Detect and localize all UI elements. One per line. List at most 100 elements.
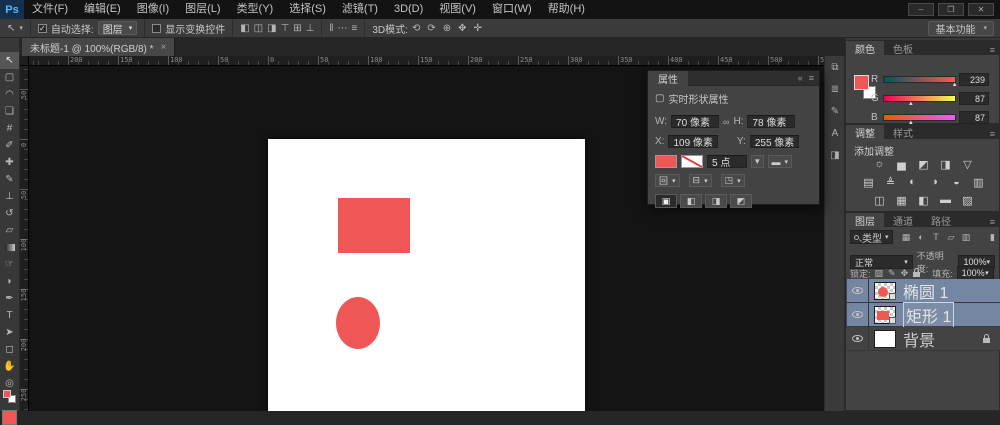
panel-menu-icon[interactable]: ≡ xyxy=(990,45,999,55)
workspace-switcher-button[interactable]: 基本功能 ▾ xyxy=(928,21,994,36)
stroke-align-select[interactable]: 回▾ xyxy=(655,174,680,187)
foreground-color-swatch[interactable] xyxy=(2,410,17,425)
stroke-type-dropdown[interactable]: ▬ ▾ xyxy=(768,155,793,168)
channel-mixer-adjustment-icon[interactable]: ◒ xyxy=(950,175,964,189)
document-canvas[interactable] xyxy=(268,139,585,411)
align-left-edges-icon[interactable]: ◧ xyxy=(240,20,249,37)
lock-transparent-pixels-icon[interactable]: ▨ xyxy=(875,268,884,279)
clone-stamp-tool[interactable]: ⊥ xyxy=(0,188,19,205)
link-dimensions-icon[interactable]: ∞ xyxy=(723,117,729,127)
ellipse-shape[interactable] xyxy=(336,297,380,349)
eyedropper-tool[interactable]: ✐ xyxy=(0,137,19,154)
distribute-vertical-icon[interactable]: ⋯ xyxy=(338,20,348,37)
posterize-adjustment-icon[interactable]: ▦ xyxy=(895,193,909,207)
pen-tool[interactable]: ✒ xyxy=(0,290,19,307)
layer-row[interactable]: 矩形 1 xyxy=(847,303,1000,327)
tab-调整[interactable]: 调整 xyxy=(846,125,884,139)
eye-icon[interactable] xyxy=(852,311,863,318)
tab-样式[interactable]: 样式 xyxy=(884,125,922,139)
panel-menu-icon[interactable]: ≡ xyxy=(809,73,814,83)
subtract-shape-button[interactable]: ◨ xyxy=(705,194,727,208)
tab-通道[interactable]: 通道 xyxy=(884,213,922,227)
collapse-panel-icon[interactable]: « xyxy=(798,73,803,83)
swap-colors-widget[interactable] xyxy=(3,390,17,404)
distribute-horizontal-icon[interactable]: ‖ xyxy=(329,20,333,37)
hue-saturation-adjustment-icon[interactable]: ▤ xyxy=(862,175,876,189)
shape-tool[interactable]: ◻ xyxy=(0,341,19,358)
vertical-ruler[interactable]: 50050100150200250 xyxy=(20,66,29,411)
auto-select-checkbox[interactable]: ✓ xyxy=(38,24,47,33)
filter-type-layers-icon[interactable]: T xyxy=(930,231,943,244)
lock-all-icon[interactable] xyxy=(913,272,920,277)
combine-shapes-button[interactable]: ◧ xyxy=(680,194,702,208)
lock-position-icon[interactable]: ✥ xyxy=(901,268,909,279)
expand-panels-icon[interactable]: ⧉ xyxy=(825,56,845,78)
foreground-color-swatch[interactable] xyxy=(854,75,869,90)
move-tool[interactable]: ↖ xyxy=(0,52,19,69)
curves-adjustment-icon[interactable]: ◩ xyxy=(917,157,931,171)
restore-button[interactable]: ❐ xyxy=(938,3,964,16)
stroke-width-caret[interactable]: ▾ xyxy=(751,155,764,168)
masks-panel-icon[interactable]: ◨ xyxy=(825,144,845,166)
lasso-tool[interactable]: ◠ xyxy=(0,86,19,103)
b-value-field[interactable]: 87 xyxy=(959,111,989,124)
stroke-corners-select[interactable]: ◳▾ xyxy=(721,174,745,187)
3d-roll-icon[interactable]: ⟳ xyxy=(427,20,435,37)
threshold-adjustment-icon[interactable]: ◧ xyxy=(917,193,931,207)
align-horizontal-centers-icon[interactable]: ◫ xyxy=(254,20,263,37)
type-tool[interactable]: T xyxy=(0,307,19,324)
document-tab[interactable]: 未标题-1 @ 100%(RGB/8) * × xyxy=(22,38,175,56)
visibility-cell[interactable] xyxy=(847,279,869,303)
r-value-field[interactable]: 239 xyxy=(959,73,989,86)
layer-name[interactable]: 背景 xyxy=(903,327,935,351)
tool-preset-caret-icon[interactable]: ▾ xyxy=(19,20,23,37)
layer-thumbnail[interactable] xyxy=(874,330,896,348)
stroke-color-swatch[interactable] xyxy=(681,155,703,168)
menu-item[interactable]: 3D(D) xyxy=(386,0,431,19)
layer-name[interactable]: 矩形 1 xyxy=(903,302,954,328)
panel-menu-icon[interactable]: ≡ xyxy=(990,217,999,227)
marquee-tool[interactable]: ▢ xyxy=(0,69,19,86)
fill-color-swatch[interactable] xyxy=(655,155,677,168)
tab-色板[interactable]: 色板 xyxy=(884,41,922,55)
stroke-caps-select[interactable]: ⊟▾ xyxy=(689,174,712,187)
fill-dropdown[interactable]: 100% ▾ xyxy=(957,266,994,280)
3d-drag-icon[interactable]: ⊕ xyxy=(443,20,451,37)
slider-thumb[interactable]: ▲ xyxy=(908,101,914,107)
menu-item[interactable]: 图像(I) xyxy=(129,0,177,19)
ruler-origin-corner[interactable] xyxy=(20,56,29,66)
foreground-color-mini-swatch[interactable] xyxy=(3,390,11,398)
tab-路径[interactable]: 路径 xyxy=(922,213,960,227)
exposure-adjustment-icon[interactable]: ◨ xyxy=(939,157,953,171)
distribute-spacing-icon[interactable]: ≡ xyxy=(352,20,358,37)
tab-颜色[interactable]: 颜色 xyxy=(846,41,884,55)
visibility-cell[interactable] xyxy=(847,303,869,327)
vibrance-adjustment-icon[interactable]: ▽ xyxy=(961,157,975,171)
r-slider[interactable] xyxy=(883,76,956,83)
layer-thumbnail[interactable] xyxy=(874,282,896,300)
eye-icon[interactable] xyxy=(852,335,863,342)
path-selection-tool[interactable]: ➤ xyxy=(0,324,19,341)
color-lookup-adjustment-icon[interactable]: ▥ xyxy=(972,175,986,189)
photo-filter-adjustment-icon[interactable]: ◑ xyxy=(928,175,942,189)
height-field[interactable]: 78 像素 xyxy=(747,115,795,128)
menu-item[interactable]: 滤镜(T) xyxy=(334,0,386,19)
x-field[interactable]: 109 像素 xyxy=(668,135,717,148)
intersect-shapes-button[interactable]: ◩ xyxy=(730,194,752,208)
gradient-tool[interactable] xyxy=(0,239,19,256)
align-right-edges-icon[interactable]: ◨ xyxy=(267,20,276,37)
filter-pixel-layers-icon[interactable]: ▦ xyxy=(900,231,913,244)
rectangle-shape[interactable] xyxy=(338,198,410,253)
y-field[interactable]: 255 像素 xyxy=(750,135,799,148)
invert-adjustment-icon[interactable]: ◫ xyxy=(873,193,887,207)
levels-adjustment-icon[interactable]: ▅ xyxy=(895,157,909,171)
eye-icon[interactable] xyxy=(852,287,863,294)
slider-thumb[interactable]: ▲ xyxy=(952,82,958,88)
tab-图层[interactable]: 图层 xyxy=(846,213,884,227)
filter-smart-objects-icon[interactable]: ▥ xyxy=(960,231,973,244)
tab-properties[interactable]: 属性 xyxy=(648,71,688,86)
quick-selection-tool[interactable]: ❏ xyxy=(0,103,19,120)
brightness-contrast-adjustment-icon[interactable]: ☼ xyxy=(873,157,887,171)
visibility-cell[interactable] xyxy=(847,327,869,351)
align-bottom-edges-icon[interactable]: ⊥ xyxy=(306,20,315,37)
